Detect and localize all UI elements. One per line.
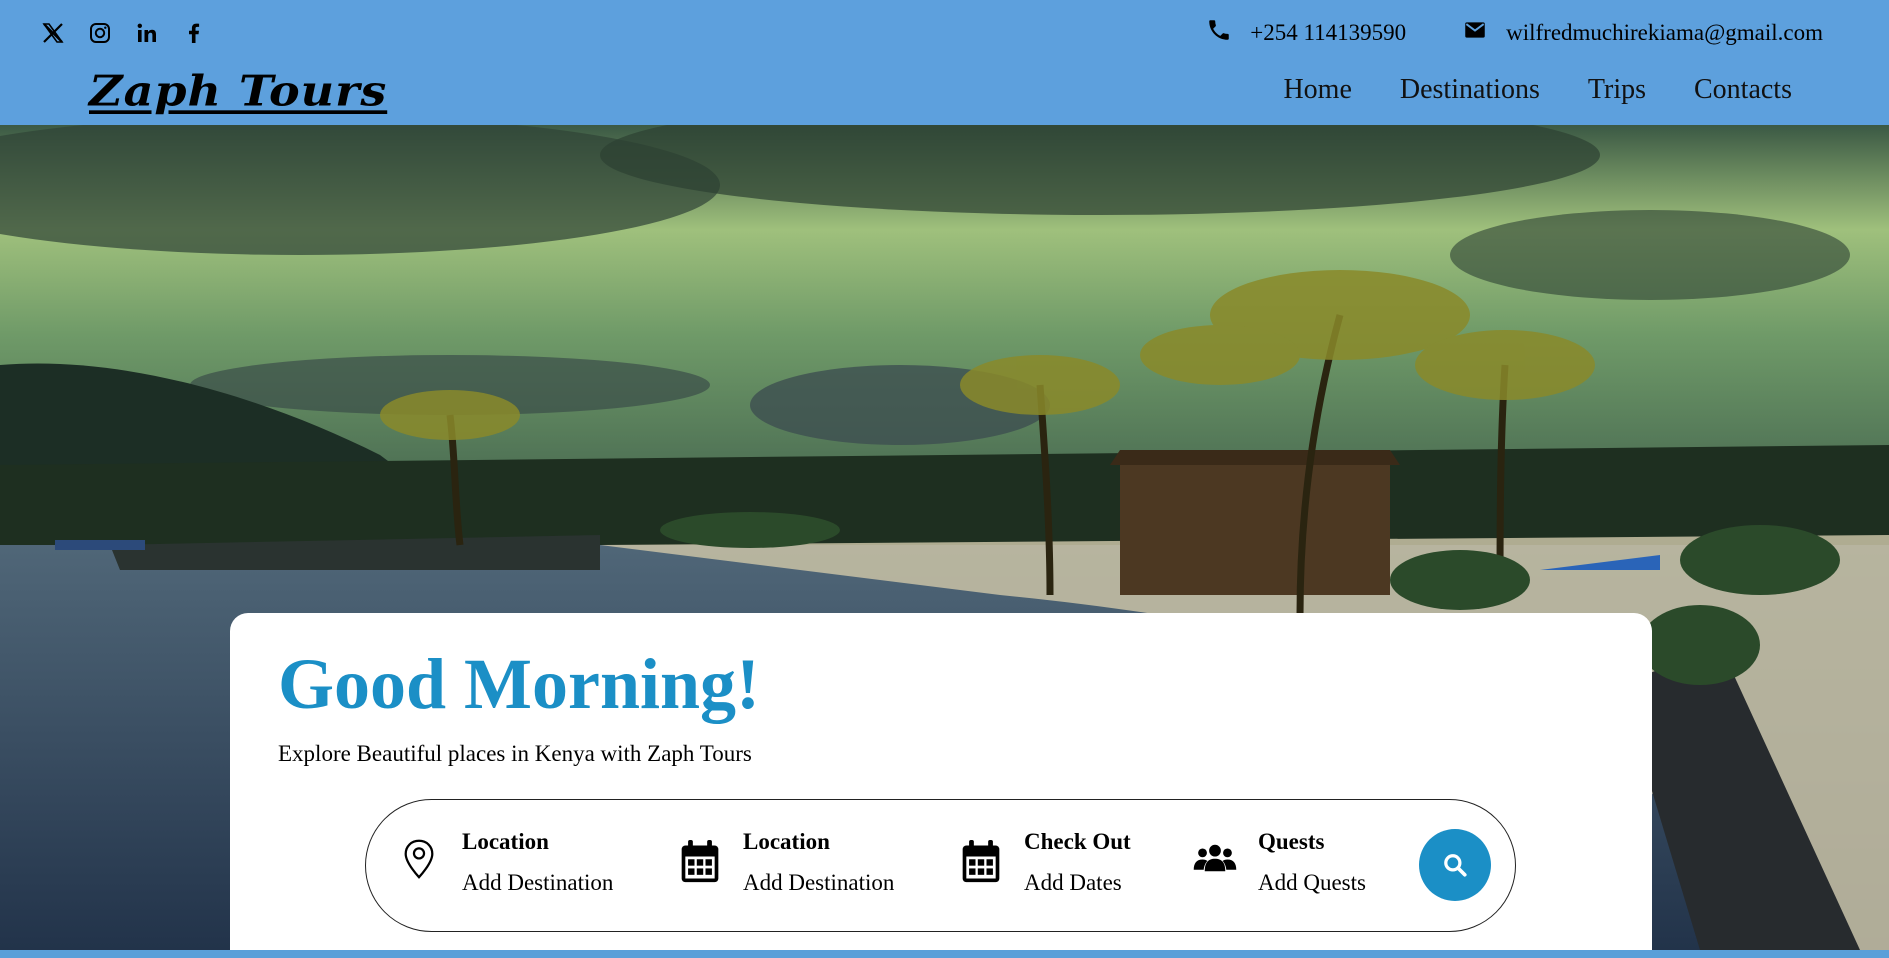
search-button[interactable] [1419, 829, 1491, 901]
field-value: Add Destination [743, 870, 895, 895]
linkedin-icon[interactable] [134, 18, 160, 48]
contact-info: +254 114139590 wilfredmuchirekiama@gmail… [1206, 17, 1823, 49]
phone-icon [1206, 17, 1232, 49]
tagline-text: Explore Beautiful places in Kenya with Z… [278, 741, 752, 766]
welcome-card: Good Morning! Explore Beautiful places i… [230, 613, 1652, 950]
x-twitter-icon[interactable] [40, 18, 66, 48]
field-value: Add Destination [462, 870, 614, 895]
calendar-icon [958, 838, 1004, 888]
nav-destinations[interactable]: Destinations [1400, 74, 1540, 106]
hero-background-image: Good Morning! Explore Beautiful places i… [0, 125, 1889, 950]
search-bar: Location Add Destination Location Add De… [365, 799, 1516, 932]
field-label: Location [743, 829, 830, 854]
social-links [40, 18, 207, 48]
search-icon [1442, 852, 1468, 878]
email-contact[interactable]: wilfredmuchirekiama@gmail.com [1462, 17, 1823, 49]
top-header: +254 114139590 wilfredmuchirekiama@gmail… [0, 0, 1889, 125]
guests-field[interactable]: Quests Add Quests [1192, 828, 1366, 897]
instagram-icon[interactable] [87, 18, 113, 48]
check-out-field[interactable]: Check Out Add Dates [958, 828, 1131, 897]
field-value: Add Dates [1024, 870, 1122, 895]
nav-trips[interactable]: Trips [1588, 74, 1646, 106]
field-value: Add Quests [1258, 870, 1366, 895]
field-label: Quests [1258, 829, 1325, 854]
nav-home[interactable]: Home [1283, 74, 1351, 106]
email-address: wilfredmuchirekiama@gmail.com [1506, 20, 1823, 45]
field-label: Location [462, 829, 549, 854]
nav-contacts[interactable]: Contacts [1694, 74, 1792, 106]
facebook-icon[interactable] [181, 18, 207, 48]
field-label: Check Out [1024, 829, 1131, 854]
map-pin-icon [396, 838, 442, 888]
phone-number: +254 114139590 [1250, 20, 1407, 45]
mail-icon [1462, 17, 1488, 49]
users-icon [1192, 838, 1238, 888]
location-field[interactable]: Location Add Destination [396, 828, 613, 897]
main-nav: Home Destinations Trips Contacts [1283, 74, 1792, 106]
site-logo[interactable]: Zaph Tours [89, 70, 387, 112]
calendar-icon [677, 838, 723, 888]
phone-contact[interactable]: +254 114139590 [1206, 17, 1406, 49]
location-field-2[interactable]: Location Add Destination [677, 828, 894, 897]
greeting-heading: Good Morning! [278, 644, 761, 724]
